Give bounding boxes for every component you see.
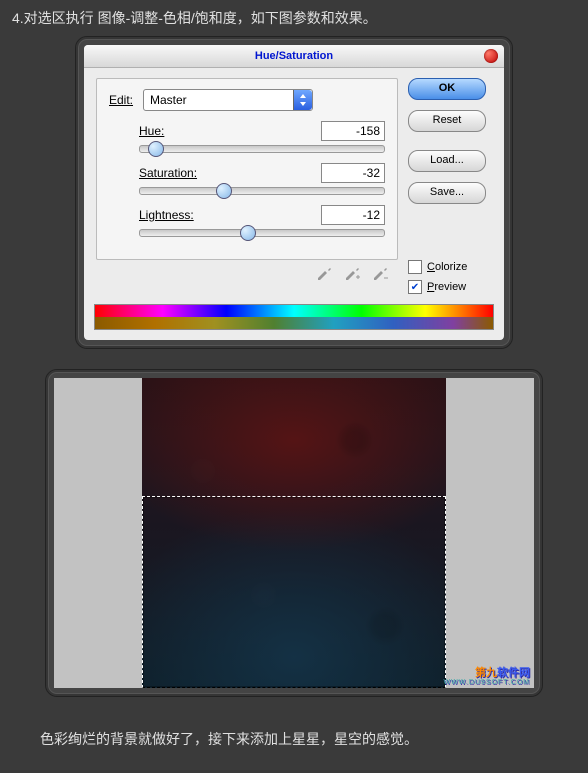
edit-combo-value: Master <box>150 93 187 107</box>
hue-row: Hue: <box>139 121 385 153</box>
save-button[interactable]: Save... <box>408 182 486 204</box>
lightness-input[interactable] <box>321 205 385 225</box>
preview-panel: 第九软件网 WWW.DU9SOFT.COM <box>45 369 543 697</box>
dialog-title: Hue/Saturation <box>255 50 333 62</box>
instruction-top: 4.对选区执行 图像-调整-色相/饱和度，如下图参数和效果。 <box>0 0 588 36</box>
color-spectrum <box>94 304 494 330</box>
canvas-area: 第九软件网 WWW.DU9SOFT.COM <box>54 378 534 688</box>
colorize-check-row[interactable]: Colorize <box>408 260 492 274</box>
load-button[interactable]: Load... <box>408 150 486 172</box>
watermark: 第九软件网 WWW.DU9SOFT.COM <box>443 668 530 686</box>
saturation-thumb[interactable] <box>216 183 232 199</box>
lightness-slider[interactable] <box>139 229 385 237</box>
eyedropper-plus-icon[interactable] <box>344 266 360 282</box>
reset-button[interactable]: Reset <box>408 110 486 132</box>
checkbox-icon[interactable] <box>408 260 422 274</box>
instruction-bottom: 色彩绚烂的背景就做好了，接下来添加上星星，星空的感觉。 <box>0 717 588 757</box>
sliders-group: Edit: Master Hue: <box>96 78 398 260</box>
colorize-label: Colorize <box>427 261 467 273</box>
saturation-label: Saturation: <box>139 166 197 180</box>
preview-label: Preview <box>427 281 466 293</box>
saturation-input[interactable] <box>321 163 385 183</box>
lightness-thumb[interactable] <box>240 225 256 241</box>
edit-combo[interactable]: Master <box>143 89 313 111</box>
dialog-titlebar[interactable]: Hue/Saturation <box>84 45 504 68</box>
eyedropper-minus-icon[interactable] <box>372 266 388 282</box>
preview-check-row[interactable]: ✔ Preview <box>408 280 492 294</box>
artwork <box>142 378 446 688</box>
ok-button[interactable]: OK <box>408 78 486 100</box>
eyedropper-group <box>96 266 388 282</box>
hue-label: Hue: <box>139 124 164 138</box>
checkbox-checked-icon[interactable]: ✔ <box>408 280 422 294</box>
hue-saturation-dialog: Hue/Saturation Edit: Master <box>84 45 504 340</box>
chevron-updown-icon[interactable] <box>293 90 312 110</box>
hue-thumb[interactable] <box>148 141 164 157</box>
hue-slider[interactable] <box>139 145 385 153</box>
selection-marquee <box>142 496 446 688</box>
hue-input[interactable] <box>321 121 385 141</box>
saturation-row: Saturation: <box>139 163 385 195</box>
lightness-label: Lightness: <box>139 208 194 222</box>
edit-label: Edit: <box>109 93 143 107</box>
saturation-slider[interactable] <box>139 187 385 195</box>
close-icon[interactable] <box>484 49 498 63</box>
dialog-panel: Hue/Saturation Edit: Master <box>75 36 513 349</box>
eyedropper-icon[interactable] <box>316 266 332 282</box>
lightness-row: Lightness: <box>139 205 385 237</box>
